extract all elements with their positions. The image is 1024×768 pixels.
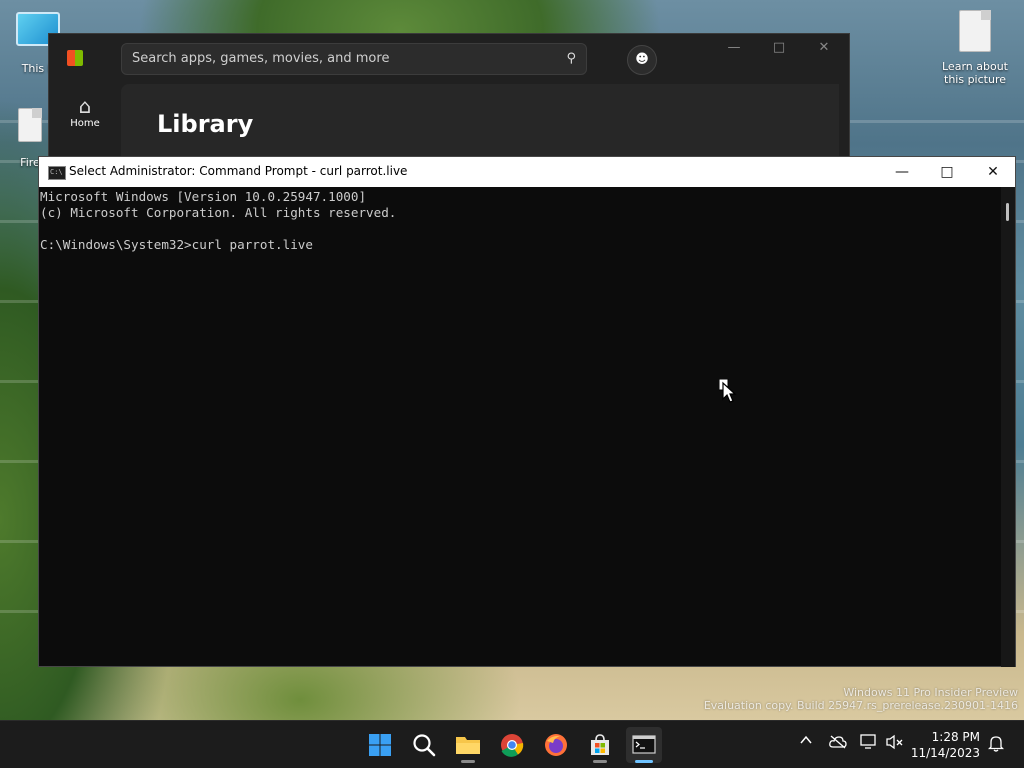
terminal-icon: C:\ xyxy=(48,166,66,180)
shortcut-icon xyxy=(18,108,42,142)
cmd-scrollbar[interactable] xyxy=(1001,187,1015,667)
console-line: (c) Microsoft Corporation. All rights re… xyxy=(40,205,397,220)
cmd-scroll-thumb[interactable] xyxy=(1006,203,1009,221)
watermark-line-1: Windows 11 Pro Insider Preview xyxy=(843,686,1018,699)
chrome-button[interactable] xyxy=(494,727,530,763)
terminal-icon xyxy=(632,735,656,754)
command-prompt-window[interactable]: C:\ Select Administrator: Command Prompt… xyxy=(38,156,1016,667)
desktop-icon-label: Learn about this picture xyxy=(942,60,1008,86)
store-maximize-button[interactable]: □ xyxy=(759,40,799,62)
cmd-maximize-button[interactable]: □ xyxy=(924,157,970,187)
chrome-icon xyxy=(501,734,524,757)
file-explorer-button[interactable] xyxy=(450,727,486,763)
cmd-window-title: Select Administrator: Command Prompt - c… xyxy=(69,164,408,178)
firefox-button[interactable] xyxy=(538,727,574,763)
taskbar-clock[interactable]: 1:28 PM 11/14/2023 xyxy=(911,729,980,761)
home-icon: ⌂ xyxy=(78,94,92,118)
store-search-input[interactable]: Search apps, games, movies, and more ⚲ xyxy=(121,43,587,75)
store-minimize-button[interactable]: — xyxy=(714,40,754,62)
windows-logo-icon xyxy=(369,734,391,756)
microsoft-store-button[interactable] xyxy=(582,727,618,763)
store-close-button[interactable]: ✕ xyxy=(804,40,844,62)
cloud-offline-icon xyxy=(829,735,847,749)
running-indicator xyxy=(461,760,475,763)
account-icon[interactable]: ☻ xyxy=(627,45,657,75)
console-line: ​ xyxy=(40,221,1001,237)
clock-time: 1:28 PM xyxy=(931,730,980,744)
console-line: C:\Windows\System32>curl parrot.live xyxy=(40,237,313,252)
mouse-cursor-icon xyxy=(719,379,737,403)
store-icon xyxy=(591,734,609,755)
search-button[interactable] xyxy=(406,727,442,763)
store-nav-home-label: Home xyxy=(70,118,100,129)
cmd-titlebar[interactable]: C:\ Select Administrator: Command Prompt… xyxy=(39,157,1015,187)
search-icon xyxy=(413,734,436,757)
cmd-minimize-button[interactable]: — xyxy=(879,157,925,187)
console-output[interactable]: Microsoft Windows [Version 10.0.25947.10… xyxy=(39,187,1001,667)
console-line: Microsoft Windows [Version 10.0.25947.10… xyxy=(40,189,367,204)
speaker-muted-icon xyxy=(886,734,903,750)
document-icon xyxy=(959,10,991,52)
taskbar: 1:28 PM 11/14/2023 xyxy=(0,720,1024,768)
folder-icon xyxy=(456,737,480,754)
microsoft-store-window[interactable]: Search apps, games, movies, and more ⚲ ☻… xyxy=(48,33,850,175)
build-watermark: Windows 11 Pro Insider Preview Evaluatio… xyxy=(704,686,1018,712)
volume-status[interactable] xyxy=(886,734,904,754)
network-icon xyxy=(860,734,876,749)
chevron-up-icon xyxy=(800,735,812,744)
desktop-icon-learn-about-picture[interactable]: Learn about this picture xyxy=(936,10,1014,86)
bell-icon xyxy=(987,736,1005,752)
active-indicator xyxy=(635,760,653,763)
store-nav-home[interactable]: ⌂ Home xyxy=(61,94,109,129)
store-icon xyxy=(67,50,83,66)
notifications-button[interactable] xyxy=(987,734,1005,756)
firefox-icon xyxy=(545,734,567,756)
store-search-placeholder: Search apps, games, movies, and more xyxy=(132,51,390,66)
search-icon[interactable]: ⚲ xyxy=(566,51,576,66)
cmd-close-button[interactable]: ✕ xyxy=(970,157,1016,187)
start-button[interactable] xyxy=(362,727,398,763)
command-prompt-button[interactable] xyxy=(626,727,662,763)
watermark-line-2: Evaluation copy. Build 25947.rs_prerelea… xyxy=(703,699,1018,712)
page-title: Library xyxy=(157,110,254,138)
clock-date: 11/14/2023 xyxy=(910,746,980,760)
running-indicator xyxy=(593,760,607,763)
onedrive-status[interactable] xyxy=(829,735,847,753)
show-hidden-icons-button[interactable] xyxy=(799,733,813,751)
network-status[interactable] xyxy=(860,734,878,754)
